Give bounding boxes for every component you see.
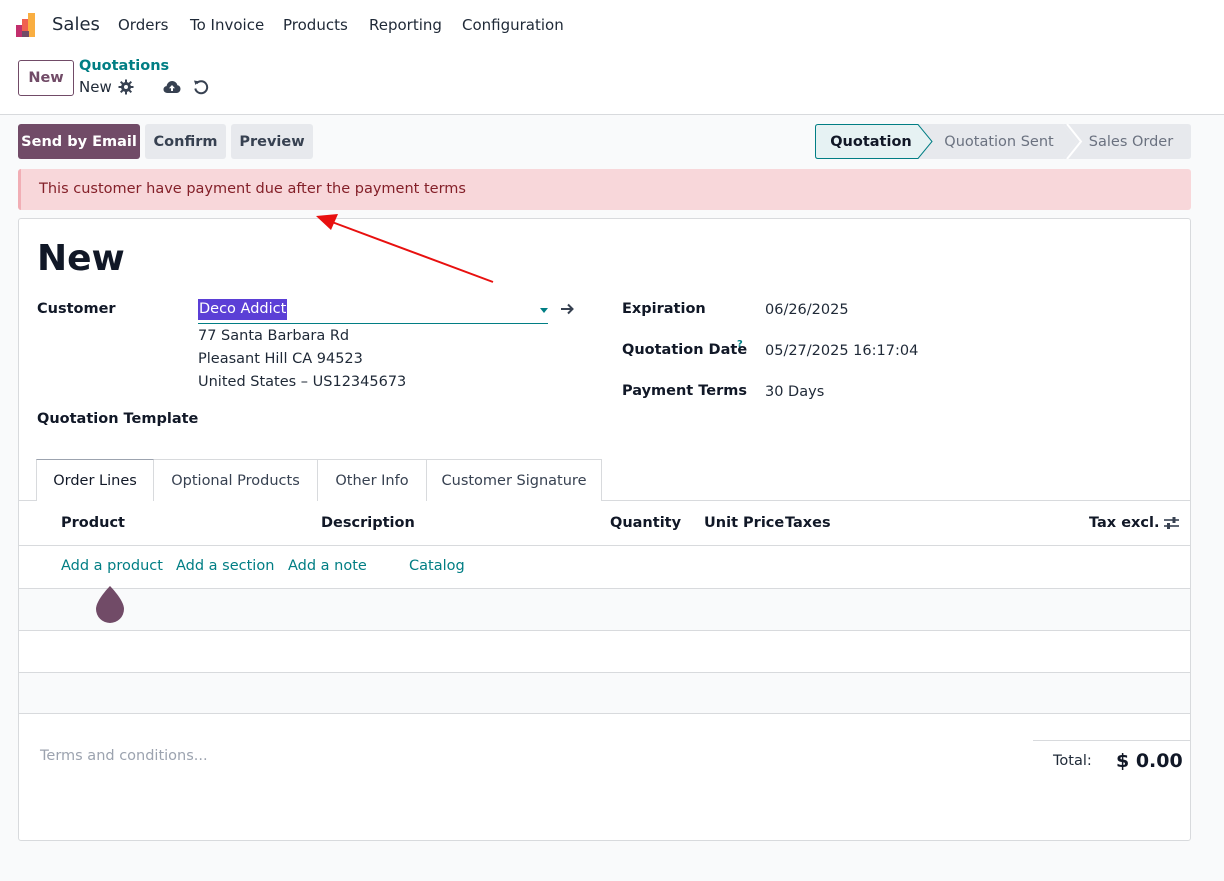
menu-products[interactable]: Products xyxy=(283,16,348,34)
quotation-date-value[interactable]: 05/27/2025 16:17:04 xyxy=(765,343,918,359)
quotation-template-label: Quotation Template xyxy=(37,411,199,427)
payment-terms-value[interactable]: 30 Days xyxy=(765,384,824,400)
breadcrumb-current: New xyxy=(79,78,112,96)
column-description[interactable]: Description xyxy=(321,515,415,531)
tab-order-lines[interactable]: Order Lines xyxy=(36,459,154,501)
customer-value[interactable]: Deco Addict xyxy=(198,299,288,320)
tab-optional-products[interactable]: Optional Products xyxy=(154,459,318,501)
cloud-upload-icon[interactable] xyxy=(163,80,181,94)
row-divider xyxy=(19,672,1190,673)
control-panel: New Quotations New xyxy=(0,49,1224,115)
row-divider xyxy=(19,630,1190,631)
tab-customer-signature[interactable]: Customer Signature xyxy=(426,459,602,501)
add-note-link[interactable]: Add a note xyxy=(288,558,367,574)
table-row xyxy=(19,589,1190,631)
menu-configuration[interactable]: Configuration xyxy=(462,16,564,34)
total-label: Total: xyxy=(1053,753,1092,769)
status-bar: Quotation Quotation Sent Sales Order xyxy=(815,124,1191,159)
add-section-link[interactable]: Add a section xyxy=(176,558,274,574)
breadcrumb-quotations[interactable]: Quotations xyxy=(79,58,169,74)
column-unit-price[interactable]: Unit Price xyxy=(704,515,784,531)
gear-icon[interactable] xyxy=(118,79,134,95)
stage-quotation[interactable]: Quotation xyxy=(815,124,927,159)
confirm-button[interactable]: Confirm xyxy=(145,124,226,159)
payment-due-alert: This customer have payment due after the… xyxy=(18,169,1191,210)
arrow-right-icon[interactable] xyxy=(560,302,574,316)
optional-columns-icon[interactable] xyxy=(1163,515,1180,531)
undo-icon[interactable] xyxy=(193,79,209,95)
expiration-label: Expiration xyxy=(622,301,706,317)
column-tax-excl[interactable]: Tax excl. xyxy=(1089,515,1159,531)
menu-to-invoice[interactable]: To Invoice xyxy=(190,16,264,34)
column-taxes[interactable]: Taxes xyxy=(785,515,831,531)
total-value: $ 0.00 xyxy=(1116,750,1183,772)
app-name[interactable]: Sales xyxy=(52,14,100,35)
row-divider xyxy=(19,588,1190,589)
payment-terms-label: Payment Terms xyxy=(622,383,747,399)
customer-field[interactable]: Deco Addict xyxy=(198,299,548,324)
table-row xyxy=(19,673,1190,713)
expiration-value[interactable]: 06/26/2025 xyxy=(765,302,849,318)
menu-reporting[interactable]: Reporting xyxy=(369,16,442,34)
total-divider xyxy=(1033,740,1190,741)
alert-message: This customer have payment due after the… xyxy=(39,181,466,197)
help-tooltip-icon[interactable]: ? xyxy=(737,339,743,350)
stage-sales-order[interactable]: Sales Order xyxy=(1081,124,1181,159)
catalog-link[interactable]: Catalog xyxy=(409,558,465,574)
table-header-divider xyxy=(19,545,1190,546)
column-quantity[interactable]: Quantity xyxy=(610,515,681,531)
pointer-drop-icon xyxy=(95,585,125,623)
quotation-date-label: Quotation Date xyxy=(622,342,748,358)
stage-quotation-sent[interactable]: Quotation Sent xyxy=(933,124,1065,159)
preview-button[interactable]: Preview xyxy=(231,124,313,159)
sales-app-logo-icon[interactable] xyxy=(16,13,41,37)
send-by-email-button[interactable]: Send by Email xyxy=(18,124,140,159)
address-line-3: United States – US12345673 xyxy=(198,374,407,390)
record-title: New xyxy=(37,238,125,279)
top-navbar: Sales Orders To Invoice Products Reporti… xyxy=(0,0,1224,49)
menu-orders[interactable]: Orders xyxy=(118,16,168,34)
address-line-2: Pleasant Hill CA 94523 xyxy=(198,351,363,367)
add-product-link[interactable]: Add a product xyxy=(61,558,163,574)
address-line-1: 77 Santa Barbara Rd xyxy=(198,328,350,344)
row-divider xyxy=(19,713,1190,714)
column-product[interactable]: Product xyxy=(61,515,125,531)
chevron-down-icon[interactable] xyxy=(540,308,548,313)
terms-placeholder[interactable]: Terms and conditions... xyxy=(40,748,208,764)
customer-label: Customer xyxy=(37,301,116,317)
tab-other-info[interactable]: Other Info xyxy=(317,459,427,501)
new-button[interactable]: New xyxy=(18,60,74,96)
